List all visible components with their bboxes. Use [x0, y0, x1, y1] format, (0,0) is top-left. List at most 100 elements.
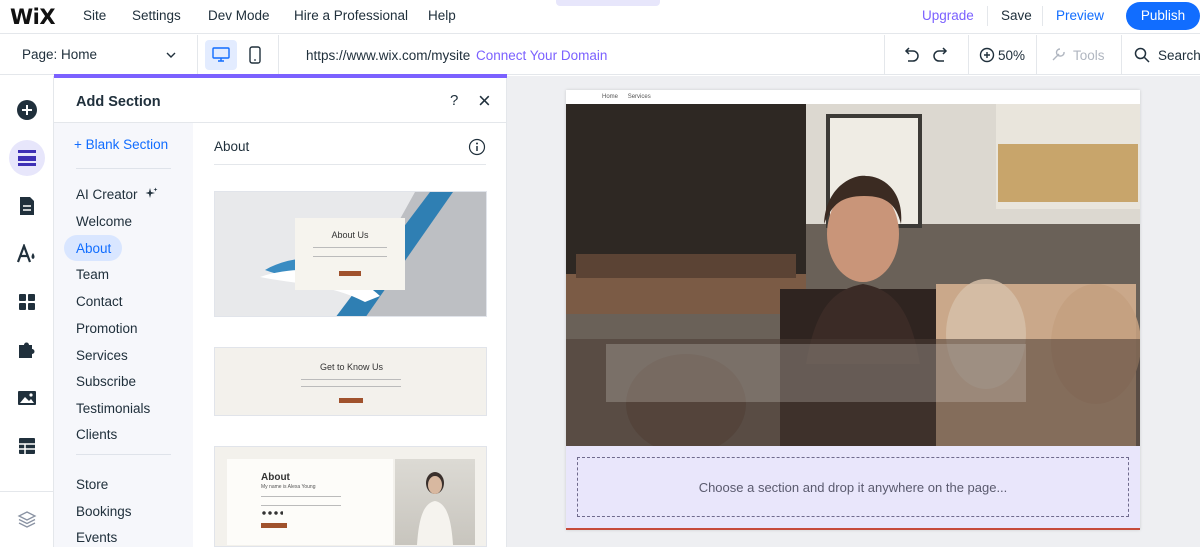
divider [0, 491, 54, 492]
menu-dev-mode[interactable]: Dev Mode [208, 8, 270, 23]
sections-icon [18, 150, 36, 166]
add-elements-button[interactable] [9, 92, 45, 128]
drop-hint-text: Choose a section and drop it anywhere on… [698, 479, 1008, 495]
mobile-icon[interactable] [249, 46, 261, 64]
info-icon[interactable] [468, 138, 486, 156]
add-section-button[interactable] [9, 140, 45, 176]
table-icon [19, 438, 35, 454]
publish-button[interactable]: Publish [1126, 2, 1200, 30]
theme-icon [16, 244, 35, 263]
zoom-icon[interactable] [979, 47, 995, 63]
pages-icon [20, 197, 34, 215]
redo-icon[interactable] [932, 47, 950, 63]
blank-section-button[interactable]: + Blank Section [74, 137, 168, 152]
divider [214, 164, 486, 165]
add-section-panel: Add Section ? × + Blank Section AI Creat… [54, 74, 507, 547]
undo-icon[interactable] [902, 47, 920, 63]
left-rail [0, 76, 54, 547]
media-button[interactable] [9, 380, 45, 416]
wix-logo[interactable]: WiX [10, 5, 56, 29]
help-button[interactable]: ? [450, 92, 458, 109]
desktop-icon [212, 47, 230, 62]
puzzle-icon [19, 342, 35, 358]
category-clients[interactable]: Clients [76, 427, 117, 442]
divider [278, 35, 279, 75]
section-drop-zone[interactable]: Choose a section and drop it anywhere on… [566, 446, 1140, 528]
editor-toolbar: Page: Home https://www.wix.com/mysite Co… [0, 35, 1200, 75]
thumb-text-lines [301, 379, 401, 387]
divider [76, 168, 171, 169]
category-contact[interactable]: Contact [76, 294, 123, 309]
menu-hire-professional[interactable]: Hire a Professional [294, 8, 408, 23]
upgrade-button[interactable]: Upgrade [922, 8, 974, 23]
section-thumb-about-me[interactable]: About My name is Alexa Young [214, 446, 487, 547]
site-nav-services[interactable]: Services [628, 94, 651, 100]
menu-site[interactable]: Site [83, 8, 106, 23]
category-about[interactable]: About [76, 241, 111, 256]
content-title: About [214, 139, 250, 154]
category-team[interactable]: Team [76, 267, 109, 282]
tools-icon[interactable] [1050, 47, 1066, 63]
drop-target[interactable]: Choose a section and drop it anywhere on… [577, 457, 1129, 517]
thumb-text-lines [313, 247, 387, 257]
add-apps-button[interactable] [9, 284, 45, 320]
cms-button[interactable] [9, 428, 45, 464]
category-services[interactable]: Services [76, 348, 128, 363]
section-thumb-get-to-know-us[interactable]: Get to Know Us [214, 347, 487, 416]
category-events[interactable]: Events [76, 530, 117, 545]
divider [76, 454, 171, 455]
save-button[interactable]: Save [1001, 8, 1032, 23]
thumb-text-lines [261, 496, 341, 506]
search-button[interactable]: Search [1158, 48, 1200, 63]
category-bookings[interactable]: Bookings [76, 504, 132, 519]
section-thumb-about-us[interactable]: About Us [214, 191, 487, 317]
apps-icon [19, 294, 35, 310]
desktop-view-button[interactable] [205, 40, 237, 70]
media-icon [18, 391, 36, 405]
pages-button[interactable] [9, 188, 45, 224]
preview-button[interactable]: Preview [1056, 8, 1104, 23]
zoom-level[interactable]: 50% [998, 48, 1025, 63]
category-ai-creator[interactable]: AI Creator [76, 187, 158, 202]
thumb-cta [339, 398, 363, 403]
person-silhouette [417, 472, 453, 545]
thumb-title: About [261, 472, 290, 483]
category-store[interactable]: Store [76, 477, 108, 492]
connect-domain-link[interactable]: Connect Your Domain [476, 48, 607, 63]
site-nav-home[interactable]: Home [602, 94, 618, 100]
category-welcome[interactable]: Welcome [76, 214, 132, 229]
divider [1121, 35, 1122, 75]
divider [968, 35, 969, 75]
search-icon[interactable] [1134, 47, 1150, 63]
divider [987, 6, 988, 26]
layers-button[interactable] [9, 501, 45, 537]
thumb-cta [339, 271, 361, 276]
close-icon[interactable]: × [478, 88, 491, 114]
tools-button[interactable]: Tools [1073, 48, 1105, 63]
site-design-button[interactable] [9, 236, 45, 272]
category-label: AI Creator [76, 187, 138, 202]
site-nav: Home Services [602, 94, 651, 100]
hero-image[interactable] [566, 104, 1140, 446]
menu-settings[interactable]: Settings [132, 8, 181, 23]
divider [1036, 35, 1037, 75]
thumb-cta [261, 523, 287, 528]
url-bar[interactable]: https://www.wix.com/mysite Connect Your … [290, 40, 882, 70]
site-page-preview[interactable]: Home Services Choose a section and drop … [566, 90, 1140, 530]
category-testimonials[interactable]: Testimonials [76, 401, 150, 416]
divider [884, 35, 885, 75]
category-subscribe[interactable]: Subscribe [76, 374, 136, 389]
business-tools-button[interactable] [9, 332, 45, 368]
thumb-social-dots [261, 511, 283, 515]
hero-photo-illustration [566, 104, 1140, 446]
chevron-down-icon[interactable] [165, 50, 177, 60]
menu-help[interactable]: Help [428, 8, 456, 23]
panel-title: Add Section [76, 94, 161, 110]
category-promotion[interactable]: Promotion [76, 321, 138, 336]
top-indicator [556, 0, 660, 6]
page-selector-label[interactable]: Page: Home [22, 47, 97, 62]
thumb-portrait [395, 459, 475, 545]
site-url: https://www.wix.com/mysite [306, 48, 471, 63]
page-bottom-border [566, 528, 1140, 530]
thumb-title: Get to Know Us [319, 362, 384, 372]
